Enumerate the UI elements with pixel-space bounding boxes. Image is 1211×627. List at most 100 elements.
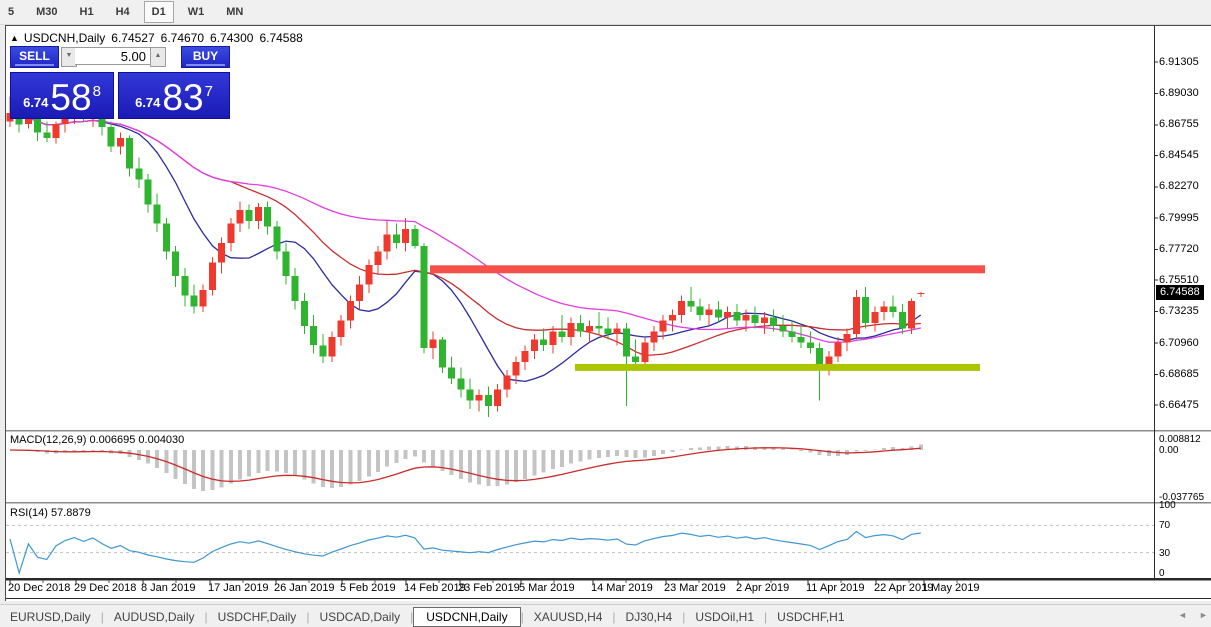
candle-body <box>559 331 566 337</box>
candle-body <box>706 309 713 315</box>
macd-axis-label: 0.00 <box>1159 445 1178 456</box>
candle-body <box>844 334 851 342</box>
volume-input[interactable] <box>75 47 150 65</box>
candle-body <box>255 207 262 221</box>
macd-indicator-label: MACD(12,26,9) 0.006695 0.004030 <box>10 434 184 446</box>
date-label: 23 Mar 2019 <box>664 582 726 594</box>
chart-tab-eurusd[interactable]: EURUSD,Daily <box>0 608 101 626</box>
one-click-trading-panel: SELL ▼ ▲ BUY 6.74 58 8 6.74 83 7 <box>10 46 228 116</box>
candle-body <box>715 309 722 317</box>
candle-body <box>503 376 510 390</box>
candle-body <box>172 251 179 276</box>
chart-tab-usdcad[interactable]: USDCAD,Daily <box>309 608 410 626</box>
buy-button[interactable]: BUY <box>181 46 230 68</box>
ohlc-low: 6.74300 <box>210 31 253 45</box>
sell-button[interactable]: SELL <box>10 46 59 68</box>
candle-body <box>347 301 354 320</box>
candle-body <box>448 367 455 378</box>
candle-body <box>798 337 805 343</box>
timeframe-button-w1[interactable]: W1 <box>180 1 213 23</box>
candle-body <box>154 204 161 223</box>
candle-body <box>890 307 897 313</box>
chart-tab-usdcnh[interactable]: USDCNH,Daily <box>413 607 520 627</box>
chart-tab-usdoil[interactable]: USDOil,H1 <box>685 608 764 626</box>
candle-body <box>568 323 575 337</box>
candle-body <box>494 390 501 407</box>
sell-price-prefix: 6.74 <box>23 95 48 110</box>
candle-body <box>779 326 786 332</box>
candle-body <box>319 345 326 356</box>
ohlc-close: 6.74588 <box>259 31 302 45</box>
macd-signal-line <box>10 448 921 483</box>
rsi-axis-label: 0 <box>1159 568 1165 579</box>
timeframe-button-h1[interactable]: H1 <box>72 1 102 23</box>
candle-body <box>365 265 372 284</box>
price-axis-label: 6.89030 <box>1159 87 1199 99</box>
timeframe-button-d1[interactable]: D1 <box>144 1 174 23</box>
date-label: 17 Jan 2019 <box>208 582 269 594</box>
buy-button-underline <box>186 64 225 66</box>
chart-tab-usdchf[interactable]: USDCHF,H1 <box>767 608 854 626</box>
ma-line-mid <box>10 113 921 355</box>
macd-axis-label: 0.008812 <box>1159 434 1201 445</box>
candle-body <box>301 301 308 326</box>
candle-body <box>770 318 777 326</box>
price-axis-label: 6.91305 <box>1159 56 1199 68</box>
candle-body <box>531 340 538 351</box>
price-axis-label: 6.79995 <box>1159 212 1199 224</box>
candle-body <box>669 315 676 321</box>
candle-body <box>476 395 483 401</box>
candle-body <box>53 124 60 138</box>
timeframe-button-h4[interactable]: H4 <box>108 1 138 23</box>
candle-body <box>899 312 906 329</box>
candle-body <box>485 395 492 406</box>
date-label: 5 Feb 2019 <box>340 582 396 594</box>
buy-price-box[interactable]: 6.74 83 7 <box>118 72 230 119</box>
candle-body <box>605 329 612 335</box>
candle-body <box>402 229 409 243</box>
chart-tab-usdchf[interactable]: USDCHF,Daily <box>208 608 307 626</box>
candle-body <box>264 207 271 226</box>
timeframe-button-m30[interactable]: M30 <box>28 1 65 23</box>
support-line <box>575 364 980 371</box>
price-axis-label: 6.86755 <box>1159 118 1199 130</box>
buy-price-big: 83 <box>162 81 203 115</box>
sell-button-underline <box>15 64 54 66</box>
chart-window[interactable]: ▲ USDCNH,Daily 6.74527 6.74670 6.74300 6… <box>5 25 1211 601</box>
candle-body <box>871 312 878 323</box>
candle-body <box>108 127 115 146</box>
candle-body <box>678 301 685 315</box>
volume-increase-button[interactable]: ▲ <box>150 47 166 67</box>
sell-price-big: 58 <box>50 81 91 115</box>
tab-scroll-right-icon[interactable]: ► <box>1199 610 1208 620</box>
price-axis-label: 6.73235 <box>1159 305 1199 317</box>
chart-tab-audusd[interactable]: AUDUSD,Daily <box>104 608 205 626</box>
price-axis-label: 6.68685 <box>1159 368 1199 380</box>
candle-body <box>632 356 639 362</box>
spinner-up-icon: ▲ <box>155 52 162 59</box>
date-label: 14 Feb 2019 <box>404 582 466 594</box>
rsi-axis-label: 70 <box>1159 520 1170 531</box>
timeframe-button-mn[interactable]: MN <box>218 1 251 23</box>
date-label: 29 Dec 2018 <box>74 582 136 594</box>
chart-title-row: ▲ USDCNH,Daily 6.74527 6.74670 6.74300 6… <box>10 30 303 45</box>
tab-scroll-left-icon[interactable]: ◄ <box>1178 610 1187 620</box>
buy-button-label: BUY <box>193 49 218 63</box>
sell-price-box[interactable]: 6.74 58 8 <box>10 72 114 119</box>
rsi-line <box>10 532 921 574</box>
ma-line-slow <box>10 113 921 342</box>
candle-body <box>908 301 915 329</box>
candle-body <box>273 227 280 252</box>
candle-body <box>237 210 244 224</box>
chart-tab-xauusd[interactable]: XAUUSD,H4 <box>524 608 613 626</box>
application: 5 M30 H1 H4 D1 W1MN ▲ USDCNH,Daily 6.74527 6.… <box>0 0 1211 627</box>
price-axis-label: 6.84545 <box>1159 149 1199 161</box>
price-axis-label: 6.75510 <box>1159 274 1199 286</box>
date-label: 5 Mar 2019 <box>519 582 575 594</box>
collapse-panel-icon[interactable]: ▲ <box>10 33 19 43</box>
timeframe-button-5[interactable]: 5 <box>0 1 22 23</box>
candle-body <box>209 262 216 290</box>
candle-body <box>411 229 418 246</box>
chart-tab-dj30[interactable]: DJ30,H4 <box>616 608 683 626</box>
candle-body <box>595 326 602 329</box>
